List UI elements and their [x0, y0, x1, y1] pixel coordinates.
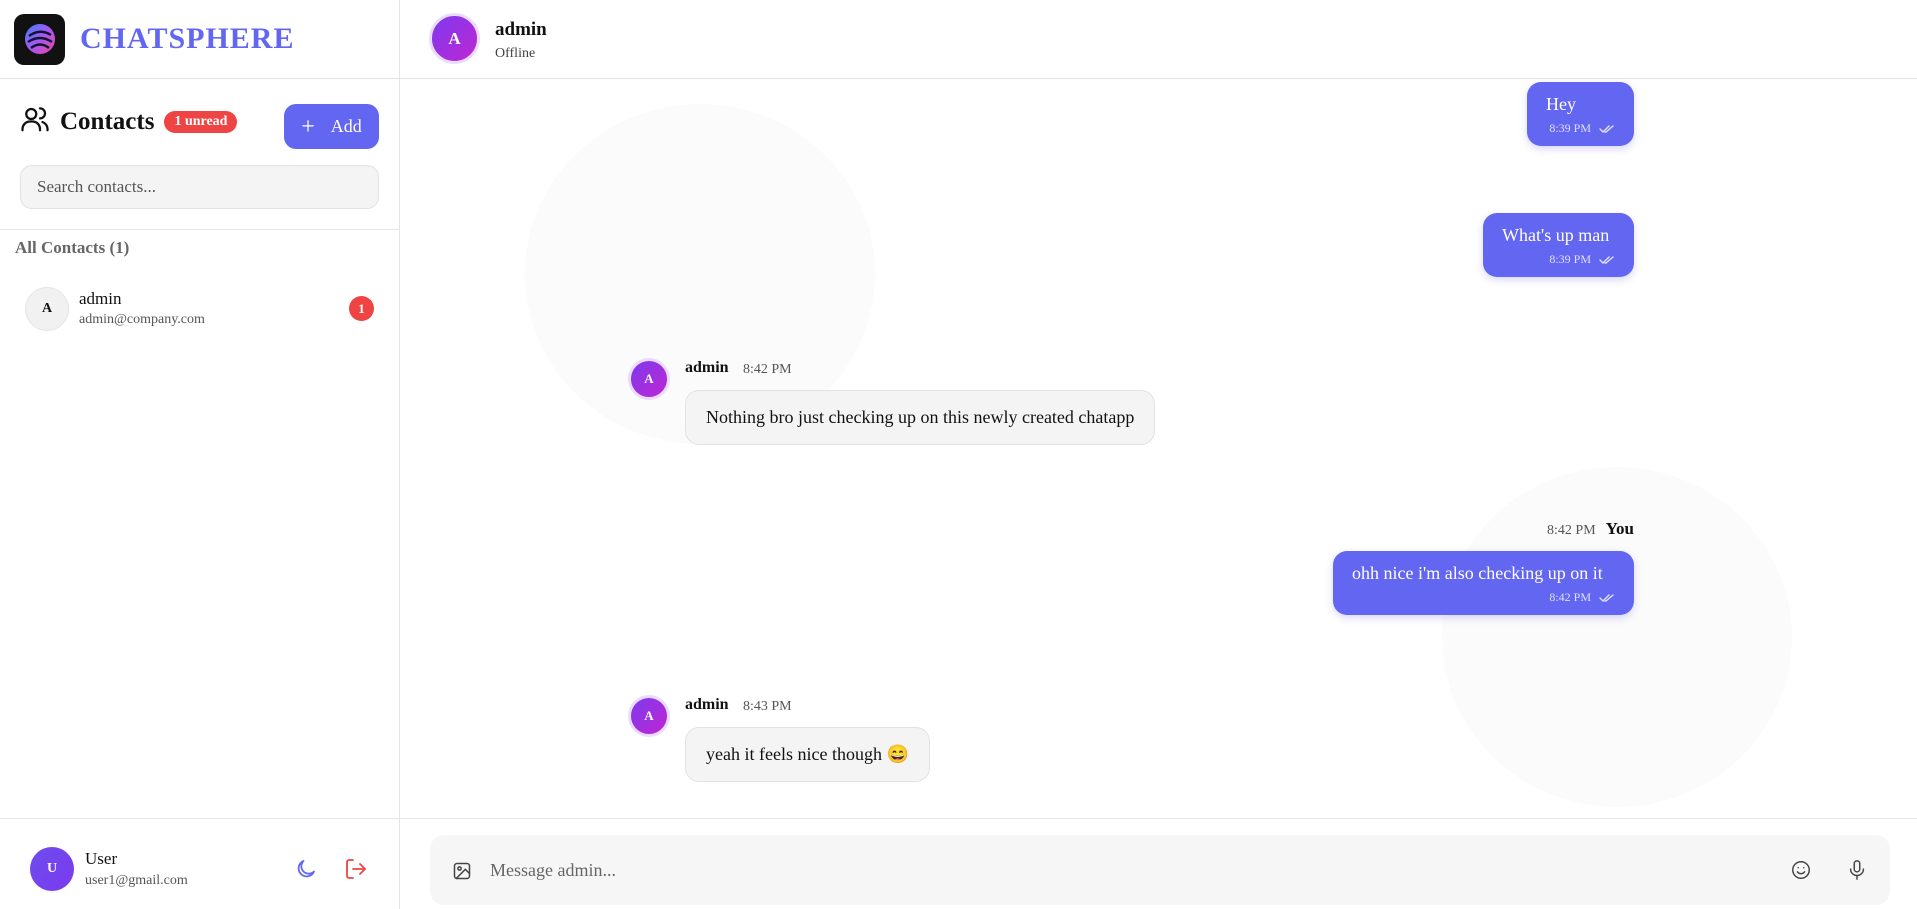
sender-name: admin: [685, 696, 729, 713]
message-text: yeah it feels nice though 😄: [685, 727, 930, 782]
brand-name: CHATSPHERE: [80, 22, 295, 55]
message-input[interactable]: [490, 852, 1750, 888]
sender-name: admin: [685, 359, 729, 376]
sender-avatar: A: [628, 695, 670, 737]
double-check-icon: [1599, 593, 1614, 602]
contacts-title: Contacts: [60, 107, 155, 135]
message-time: 8:42 PM: [743, 362, 792, 377]
background-decoration: [1442, 467, 1792, 807]
current-user-footer: U User user1@gmail.com: [0, 818, 400, 909]
microphone-icon[interactable]: [1846, 859, 1870, 883]
composer: [430, 835, 1890, 905]
message-text: ohh nice i'm also checking up on it: [1352, 563, 1603, 583]
message-time: 8:43 PM: [743, 699, 792, 714]
message-list[interactable]: Hey 8:39 PM What's up man 8:39 PM A admi…: [400, 79, 1917, 818]
outgoing-message-header: 8:42 PM You: [1547, 519, 1634, 539]
sidebar: CHATSPHERE Contacts 1 unread + Add All C…: [0, 0, 400, 909]
sender-you-label: You: [1605, 519, 1634, 538]
brand-header: CHATSPHERE: [0, 0, 399, 79]
sender-avatar: A: [628, 358, 670, 400]
double-check-icon: [1599, 124, 1614, 133]
contact-item-admin[interactable]: A admin admin@company.com 1: [12, 280, 382, 337]
app-logo-icon[interactable]: [14, 13, 65, 65]
contact-email: admin@company.com: [79, 312, 205, 327]
message-text: Nothing bro just checking up on this new…: [685, 390, 1156, 445]
incoming-message: A admin 8:43 PM yeah it feels nice thoug…: [628, 695, 988, 790]
plus-icon: +: [301, 113, 315, 140]
message-time: 8:39 PM: [1549, 121, 1591, 135]
message-time: 8:42 PM: [1549, 590, 1591, 604]
incoming-message: A admin 8:42 PM Nothing bro just checkin…: [628, 358, 1188, 453]
outgoing-message: Hey 8:39 PM: [1527, 82, 1634, 146]
message-text: What's up man: [1502, 225, 1610, 245]
chat-partner-name: admin: [495, 19, 547, 40]
all-contacts-label: All Contacts (1): [15, 238, 130, 257]
unread-count-badge: 1: [349, 296, 374, 321]
add-button-label: Add: [330, 116, 362, 136]
message-header-time: 8:42 PM: [1547, 523, 1596, 538]
user-avatar[interactable]: U: [30, 847, 74, 891]
chat-header: A admin Offline: [400, 0, 1917, 79]
chat-partner-status: Offline: [495, 46, 536, 61]
outgoing-message: What's up man 8:39 PM: [1483, 213, 1634, 277]
user-name: User: [85, 849, 118, 868]
user-email: user1@gmail.com: [85, 873, 188, 888]
message-text: Hey: [1546, 94, 1576, 114]
unread-badge: 1 unread: [164, 110, 238, 133]
add-contact-button[interactable]: + Add: [284, 104, 379, 149]
users-icon: [20, 104, 50, 139]
contact-avatar: A: [25, 286, 69, 331]
search-contacts-input[interactable]: [20, 165, 379, 209]
outgoing-message: ohh nice i'm also checking up on it 8:42…: [1333, 551, 1634, 615]
contact-name: admin: [79, 289, 122, 308]
contacts-heading: Contacts 1 unread: [20, 104, 238, 139]
message-time: 8:39 PM: [1549, 252, 1591, 266]
composer-bar: [400, 818, 1917, 909]
double-check-icon: [1599, 255, 1614, 264]
image-icon[interactable]: [452, 861, 474, 883]
chat-partner-avatar[interactable]: A: [429, 13, 480, 64]
moon-icon[interactable]: [294, 857, 320, 883]
divider: [0, 229, 400, 230]
emoji-icon[interactable]: [1790, 859, 1814, 883]
logout-icon[interactable]: [344, 857, 370, 883]
